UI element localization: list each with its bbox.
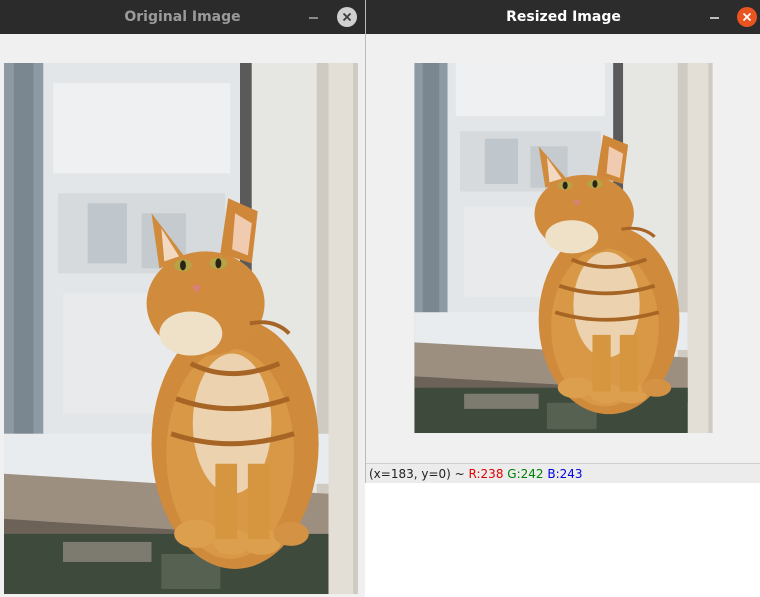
original-image-window: Original Image: [0, 0, 365, 597]
original-image: [4, 63, 358, 594]
minimize-icon[interactable]: [707, 7, 721, 27]
minimize-icon[interactable]: [306, 7, 320, 27]
resized-image[interactable]: [366, 63, 760, 463]
original-window-title: Original Image: [124, 9, 241, 25]
resized-window-title: Resized Image: [506, 9, 621, 25]
red-value: R:238: [468, 466, 504, 481]
close-icon[interactable]: [737, 7, 757, 27]
pixel-coordinates: (x=183, y=0) ~: [369, 466, 469, 481]
pixel-info-statusbar: (x=183, y=0) ~ R:238 G:242 B:243: [366, 463, 760, 483]
original-window-titlebar[interactable]: Original Image: [0, 0, 365, 34]
resized-window-titlebar[interactable]: Resized Image: [366, 0, 760, 34]
green-value: G:242: [507, 466, 544, 481]
close-icon[interactable]: [337, 7, 357, 27]
blue-value: B:243: [547, 466, 583, 481]
resized-image-window: Resized Image (x=183, y=0) ~ R:238 G:242…: [365, 0, 760, 483]
